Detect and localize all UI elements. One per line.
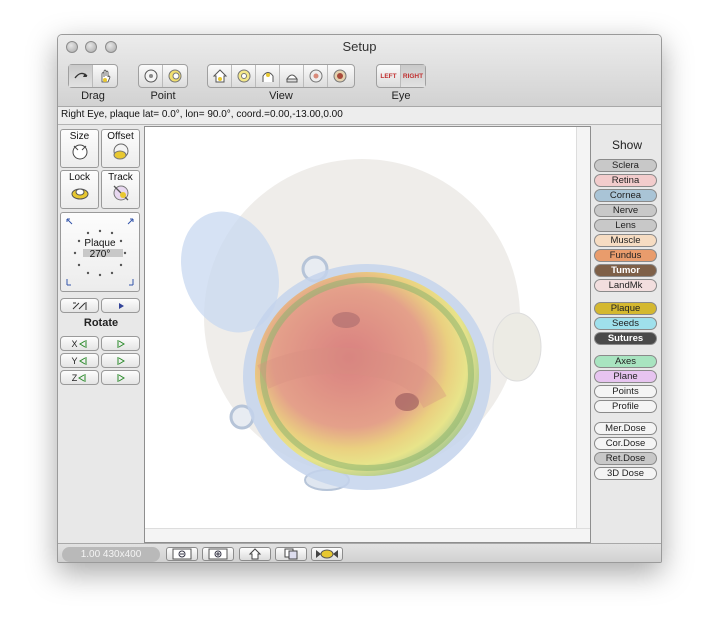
point-target-icon[interactable]: [139, 65, 163, 87]
view-side-icon[interactable]: [256, 65, 280, 87]
point-ring-icon[interactable]: [163, 65, 187, 87]
view-tool-group: [207, 64, 355, 88]
rotate-x-back-button[interactable]: X: [60, 336, 99, 351]
show-cor-dose-toggle[interactable]: Cor.Dose: [594, 437, 657, 450]
track-icon: [113, 185, 128, 201]
rotate-y-back-button[interactable]: Y: [60, 353, 99, 368]
show-lens-toggle[interactable]: Lens: [594, 219, 657, 232]
show-seeds-toggle[interactable]: Seeds: [594, 317, 657, 330]
view-home-icon[interactable]: [208, 65, 232, 87]
point-tool-group: [138, 64, 188, 88]
lock-icon: [71, 188, 88, 200]
drag-tool-group: [68, 64, 118, 88]
vertical-scrollbar[interactable]: [576, 127, 590, 542]
view-label: View: [269, 90, 293, 102]
zoom-readout: 1.00 430x400: [62, 547, 160, 562]
size-icon: [72, 144, 87, 160]
size-button[interactable]: Size: [60, 129, 99, 168]
right-eye-button[interactable]: RIGHT: [401, 65, 425, 87]
offset-label: Offset: [107, 131, 134, 142]
show-muscle-toggle[interactable]: Muscle: [594, 234, 657, 247]
track-label: Track: [108, 172, 133, 183]
show-panel: Show Sclera Retina Cornea Nerve Lens Muscle Fu…: [591, 126, 661, 541]
plaque-label: Plaque: [84, 238, 116, 249]
show-tumor-toggle[interactable]: Tumor: [594, 264, 657, 277]
lock-button[interactable]: Lock: [60, 170, 99, 209]
3d-eye-viewport[interactable]: [144, 126, 591, 543]
offset-button[interactable]: Offset: [101, 129, 140, 168]
rotate-x-forward-button[interactable]: [101, 336, 140, 351]
show-profile-toggle[interactable]: Profile: [594, 400, 657, 413]
setup-window: Setup Drag Point View LEFT RIGHT Eye Rig…: [57, 34, 662, 563]
window-title: Setup: [342, 39, 377, 54]
home-icon: [248, 548, 262, 560]
offset-icon: [113, 143, 128, 160]
eye-dose-render: [181, 159, 542, 491]
lock-label: Lock: [68, 172, 91, 183]
show-3d-dose-toggle[interactable]: 3D Dose: [594, 467, 657, 480]
play-back-icon: [78, 339, 86, 348]
play-back-icon: [78, 356, 86, 365]
zoom-out-button[interactable]: [166, 547, 198, 561]
zoom-out-icon: [172, 548, 192, 560]
show-cornea-toggle[interactable]: Cornea: [594, 189, 657, 202]
show-fundus-toggle[interactable]: Fundus: [594, 249, 657, 262]
eye-tool-group: LEFT RIGHT: [376, 64, 426, 88]
rotate-drag-icon[interactable]: [69, 65, 93, 87]
left-eye-button[interactable]: LEFT: [377, 65, 401, 87]
play-forward-icon: [117, 339, 125, 348]
play-back-icon: [78, 373, 86, 382]
plaque-angle: 270°: [89, 249, 111, 260]
play-icon: [118, 302, 124, 309]
eye-label: Eye: [391, 90, 411, 102]
flip-icon: [72, 301, 86, 310]
rotate-label: Rotate: [83, 317, 119, 329]
show-ret-dose-toggle[interactable]: Ret.Dose: [594, 452, 657, 465]
view-eye-icon[interactable]: [304, 65, 328, 87]
plaque-rotation-dial[interactable]: Plaque 270°: [60, 212, 140, 292]
show-label: Show: [611, 138, 643, 152]
show-retina-toggle[interactable]: Retina: [594, 174, 657, 187]
show-mer-dose-toggle[interactable]: Mer.Dose: [594, 422, 657, 435]
zoom-in-icon: [208, 548, 228, 560]
play-forward-icon: [117, 356, 125, 365]
copy-button[interactable]: [275, 547, 307, 561]
show-nerve-toggle[interactable]: Nerve: [594, 204, 657, 217]
home-button[interactable]: [239, 547, 271, 561]
rotate-z-back-button[interactable]: Z: [60, 370, 99, 385]
candy-button[interactable]: [311, 547, 343, 561]
play-forward-icon: [117, 373, 125, 382]
size-label: Size: [69, 131, 90, 142]
candy-icon: [316, 549, 338, 559]
flip-play-button[interactable]: [101, 298, 140, 313]
track-button[interactable]: Track: [101, 170, 140, 209]
zoom-in-button[interactable]: [202, 547, 234, 561]
rotate-z-forward-button[interactable]: [101, 370, 140, 385]
hand-drag-icon[interactable]: [93, 65, 117, 87]
drag-label: Drag: [81, 90, 105, 102]
status-text: Right Eye, plaque lat= 0.0°, lon= 90.0°,…: [58, 107, 661, 125]
copy-icon: [284, 548, 298, 560]
show-points-toggle[interactable]: Points: [594, 385, 657, 398]
horizontal-scrollbar[interactable]: [145, 528, 590, 542]
show-landmk-toggle[interactable]: LandMk: [594, 279, 657, 292]
view-top-icon[interactable]: [232, 65, 256, 87]
view-front-icon[interactable]: [280, 65, 304, 87]
show-plane-toggle[interactable]: Plane: [594, 370, 657, 383]
optic-nerve-shape: [492, 312, 542, 382]
show-sclera-toggle[interactable]: Sclera: [594, 159, 657, 172]
right-eye-label: RIGHT: [402, 72, 424, 80]
title-bar: Setup Drag Point View LEFT RIGHT Eye: [58, 35, 661, 107]
left-eye-label: LEFT: [380, 72, 397, 80]
rotate-y-forward-button[interactable]: [101, 353, 140, 368]
flip-button[interactable]: [60, 298, 99, 313]
show-axes-toggle[interactable]: Axes: [594, 355, 657, 368]
view-center-icon[interactable]: [328, 65, 352, 87]
point-label: Point: [150, 90, 176, 102]
show-plaque-toggle[interactable]: Plaque: [594, 302, 657, 315]
show-sutures-toggle[interactable]: Sutures: [594, 332, 657, 345]
left-control-panel: Size Offset Lock Track Plaque 270° Rotat…: [58, 126, 144, 541]
bottom-bar: 1.00 430x400: [58, 543, 661, 562]
